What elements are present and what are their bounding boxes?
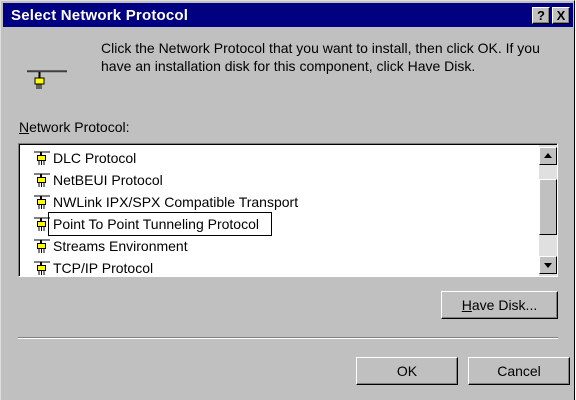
list-item[interactable]: Streams Environment [20, 235, 534, 257]
down-arrow-icon [544, 263, 552, 268]
network-protocol-icon [34, 151, 50, 165]
list-item[interactable]: NetBEUI Protocol [20, 169, 534, 191]
cancel-button[interactable]: Cancel [468, 357, 570, 385]
scroll-down-button[interactable] [539, 256, 557, 274]
list-item-label: Streams Environment [53, 238, 188, 254]
separator [18, 337, 558, 339]
list-item-label: DLC Protocol [53, 150, 137, 166]
scroll-up-button[interactable] [539, 147, 557, 165]
have-disk-accel: H [461, 297, 472, 313]
dialog-title: Select Network Protocol [11, 7, 189, 24]
vertical-scrollbar[interactable] [539, 145, 557, 276]
network-protocol-icon [34, 217, 50, 231]
title-bar[interactable]: Select Network Protocol ? X [3, 3, 573, 27]
have-disk-text: ave Disk... [471, 297, 538, 313]
list-item[interactable]: NWLink IPX/SPX Compatible Transport [20, 191, 534, 213]
network-protocol-label-text: etwork Protocol: [29, 119, 130, 135]
list-item-label: NWLink IPX/SPX Compatible Transport [53, 194, 299, 210]
network-protocol-icon [34, 195, 50, 209]
help-button[interactable]: ? [532, 7, 550, 24]
list-item-label: TCP/IP Protocol [53, 260, 154, 276]
have-disk-button[interactable]: Have Disk... [441, 291, 558, 319]
network-protocol-icon [34, 239, 50, 253]
network-protocol-icon [34, 173, 50, 187]
network-cable-icon [27, 70, 67, 89]
protocol-list: DLC Protocol NetBEUI Protocol NWLink IPX… [20, 147, 534, 276]
instruction-text: Click the Network Protocol that you want… [101, 40, 540, 74]
close-button[interactable]: X [552, 7, 570, 24]
network-protocol-icon [34, 261, 50, 275]
scroll-thumb[interactable] [539, 179, 557, 235]
ok-button[interactable]: OK [356, 357, 458, 385]
list-item-label: Point To Point Tunneling Protocol [48, 212, 272, 236]
protocol-listbox[interactable]: DLC Protocol NetBEUI Protocol NWLink IPX… [18, 143, 558, 277]
list-item-selected[interactable]: Point To Point Tunneling Protocol [20, 212, 534, 236]
list-item-label: NetBEUI Protocol [53, 172, 163, 188]
network-protocol-label-accel: N [19, 119, 30, 135]
select-network-protocol-dialog: Select Network Protocol ? X Click the Ne… [0, 0, 575, 400]
network-protocol-label: Network Protocol: [19, 119, 130, 135]
list-item[interactable]: DLC Protocol [20, 147, 534, 169]
up-arrow-icon [544, 153, 552, 158]
list-item[interactable]: TCP/IP Protocol [20, 257, 534, 276]
